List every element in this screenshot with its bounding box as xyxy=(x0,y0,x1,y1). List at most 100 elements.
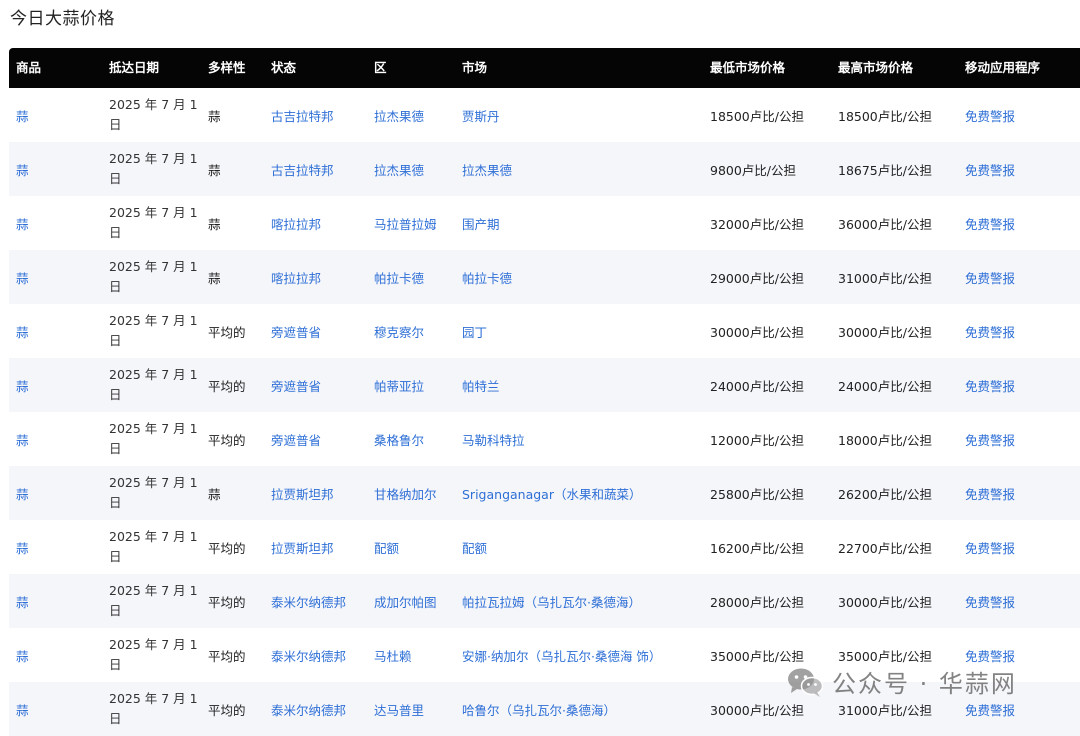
district-link[interactable]: 成加尔帕图 xyxy=(374,574,437,628)
table-row: 蒜 2025 年 7 月 1 日平均的 拉贾斯坦邦 配额 配额 16200卢比/公担 227… xyxy=(9,520,1080,574)
commodity-link[interactable]: 蒜 xyxy=(16,520,29,574)
commodity-link[interactable]: 蒜 xyxy=(16,196,29,250)
free-alert-link[interactable]: 免费警报 xyxy=(965,196,1015,250)
max-price: 26200卢比/公担 xyxy=(838,486,932,502)
price-table: 商品 抵达日期 多样性 状态 区 市场 最低市场价格 最高市场价格 移动应用程序… xyxy=(9,48,1080,736)
district-link[interactable]: 穆克察尔 xyxy=(374,304,424,358)
district-link[interactable]: 配额 xyxy=(374,520,399,574)
header-market[interactable]: 市场 xyxy=(462,48,487,88)
min-price: 12000卢比/公担 xyxy=(710,432,804,448)
max-price: 24000卢比/公担 xyxy=(838,378,932,394)
arrival-date-text: 2025 年 7 月 1 日 xyxy=(109,475,198,510)
arrival-date: 2025 年 7 月 1 日 xyxy=(109,88,199,142)
arrival-date: 2025 年 7 月 1 日 xyxy=(109,574,199,628)
table-row: 蒜 2025 年 7 月 1 日蒜喀拉拉邦 帕拉卡德 帕拉卡德 29000卢比/公担 31… xyxy=(9,250,1080,304)
header-min-price[interactable]: 最低市场价格 xyxy=(710,48,785,88)
state-link[interactable]: 古吉拉特邦 xyxy=(271,88,334,142)
commodity-link[interactable]: 蒜 xyxy=(16,358,29,412)
arrival-date: 2025 年 7 月 1 日 xyxy=(109,304,199,358)
market-link[interactable]: 哈鲁尔（乌扎瓦尔·桑德海） xyxy=(462,682,616,736)
arrival-date-text: 2025 年 7 月 1 日 xyxy=(109,313,198,348)
state-link[interactable]: 旁遮普省 xyxy=(271,412,321,466)
header-mobile-app[interactable]: 移动应用程序 xyxy=(965,48,1040,88)
district-link[interactable]: 甘格纳加尔 xyxy=(374,466,437,520)
header-max-price[interactable]: 最高市场价格 xyxy=(838,48,913,88)
free-alert-link[interactable]: 免费警报 xyxy=(965,358,1015,412)
market-link[interactable]: 帕拉瓦拉姆（乌扎瓦尔·桑德海） xyxy=(462,574,641,628)
header-state[interactable]: 状态 xyxy=(271,48,296,88)
min-price: 29000卢比/公担 xyxy=(710,270,804,286)
max-price: 36000卢比/公担 xyxy=(838,216,932,232)
watermark-text: 公众号 · 华蒜网 xyxy=(832,670,1017,698)
arrival-date-text: 2025 年 7 月 1 日 xyxy=(109,259,198,294)
arrival-date: 2025 年 7 月 1 日 xyxy=(109,466,199,520)
arrival-date: 2025 年 7 月 1 日 xyxy=(109,682,199,736)
district-link[interactable]: 桑格鲁尔 xyxy=(374,412,424,466)
free-alert-link[interactable]: 免费警报 xyxy=(965,520,1015,574)
state-link[interactable]: 拉贾斯坦邦 xyxy=(271,520,334,574)
header-variety[interactable]: 多样性 xyxy=(208,48,246,88)
commodity-link[interactable]: 蒜 xyxy=(16,304,29,358)
commodity-link[interactable]: 蒜 xyxy=(16,412,29,466)
market-link[interactable]: 拉杰果德 xyxy=(462,142,512,196)
commodity-link[interactable]: 蒜 xyxy=(16,628,29,682)
state-link[interactable]: 旁遮普省 xyxy=(271,358,321,412)
free-alert-link[interactable]: 免费警报 xyxy=(965,304,1015,358)
table-body: 蒜 2025 年 7 月 1 日蒜古吉拉特邦 拉杰果德 贾斯丹 18500卢比/公担 18… xyxy=(9,88,1080,736)
arrival-date-text: 2025 年 7 月 1 日 xyxy=(109,205,198,240)
free-alert-link[interactable]: 免费警报 xyxy=(965,142,1015,196)
state-link[interactable]: 泰米尔纳德邦 xyxy=(271,574,346,628)
district-link[interactable]: 达马普里 xyxy=(374,682,424,736)
min-price: 18500卢比/公担 xyxy=(710,108,804,124)
free-alert-link[interactable]: 免费警报 xyxy=(965,574,1015,628)
district-link[interactable]: 马拉普拉姆 xyxy=(374,196,437,250)
variety-text: 蒜 xyxy=(208,108,221,124)
max-price: 30000卢比/公担 xyxy=(838,324,932,340)
free-alert-link[interactable]: 免费警报 xyxy=(965,412,1015,466)
page-title: 今日大蒜价格 xyxy=(10,9,115,29)
market-link[interactable]: 马勒科特拉 xyxy=(462,412,525,466)
market-link[interactable]: 帕拉卡德 xyxy=(462,250,512,304)
market-link[interactable]: 贾斯丹 xyxy=(462,88,500,142)
district-link[interactable]: 帕蒂亚拉 xyxy=(374,358,424,412)
state-link[interactable]: 泰米尔纳德邦 xyxy=(271,682,346,736)
free-alert-link[interactable]: 免费警报 xyxy=(965,88,1015,142)
commodity-link[interactable]: 蒜 xyxy=(16,574,29,628)
free-alert-link[interactable]: 免费警报 xyxy=(965,250,1015,304)
state-link[interactable]: 古吉拉特邦 xyxy=(271,142,334,196)
state-link[interactable]: 喀拉拉邦 xyxy=(271,196,321,250)
arrival-date: 2025 年 7 月 1 日 xyxy=(109,358,199,412)
header-arrival-date[interactable]: 抵达日期 xyxy=(109,48,159,88)
state-link[interactable]: 拉贾斯坦邦 xyxy=(271,466,334,520)
district-link[interactable]: 帕拉卡德 xyxy=(374,250,424,304)
table-row: 蒜 2025 年 7 月 1 日平均的 旁遮普省 穆克察尔 园丁 30000卢比/公担 30… xyxy=(9,304,1080,358)
market-link[interactable]: 园丁 xyxy=(462,304,487,358)
commodity-link[interactable]: 蒜 xyxy=(16,466,29,520)
table-row: 蒜 2025 年 7 月 1 日蒜古吉拉特邦 拉杰果德 拉杰果德 9800卢比/公担 18… xyxy=(9,142,1080,196)
commodity-link[interactable]: 蒜 xyxy=(16,250,29,304)
max-price: 31000卢比/公担 xyxy=(838,270,932,286)
arrival-date: 2025 年 7 月 1 日 xyxy=(109,250,199,304)
header-commodity[interactable]: 商品 xyxy=(16,48,41,88)
district-link[interactable]: 拉杰果德 xyxy=(374,88,424,142)
state-link[interactable]: 喀拉拉邦 xyxy=(271,250,321,304)
market-link[interactable]: 安娜·纳加尔（乌扎瓦尔·桑德海 饰） xyxy=(462,628,661,682)
min-price: 30000卢比/公担 xyxy=(710,324,804,340)
market-link[interactable]: Sriganganagar（水果和蔬菜） xyxy=(462,466,641,520)
header-district[interactable]: 区 xyxy=(374,48,387,88)
district-link[interactable]: 马杜赖 xyxy=(374,628,412,682)
max-price: 18000卢比/公担 xyxy=(838,432,932,448)
free-alert-link[interactable]: 免费警报 xyxy=(965,466,1015,520)
arrival-date-text: 2025 年 7 月 1 日 xyxy=(109,691,198,726)
commodity-link[interactable]: 蒜 xyxy=(16,682,29,736)
market-link[interactable]: 帕特兰 xyxy=(462,358,500,412)
state-link[interactable]: 泰米尔纳德邦 xyxy=(271,628,346,682)
market-link[interactable]: 围产期 xyxy=(462,196,500,250)
commodity-link[interactable]: 蒜 xyxy=(16,142,29,196)
commodity-link[interactable]: 蒜 xyxy=(16,88,29,142)
district-link[interactable]: 拉杰果德 xyxy=(374,142,424,196)
market-link[interactable]: 配额 xyxy=(462,520,487,574)
variety-text: 蒜 xyxy=(208,162,221,178)
state-link[interactable]: 旁遮普省 xyxy=(271,304,321,358)
variety-text: 平均的 xyxy=(208,324,246,340)
